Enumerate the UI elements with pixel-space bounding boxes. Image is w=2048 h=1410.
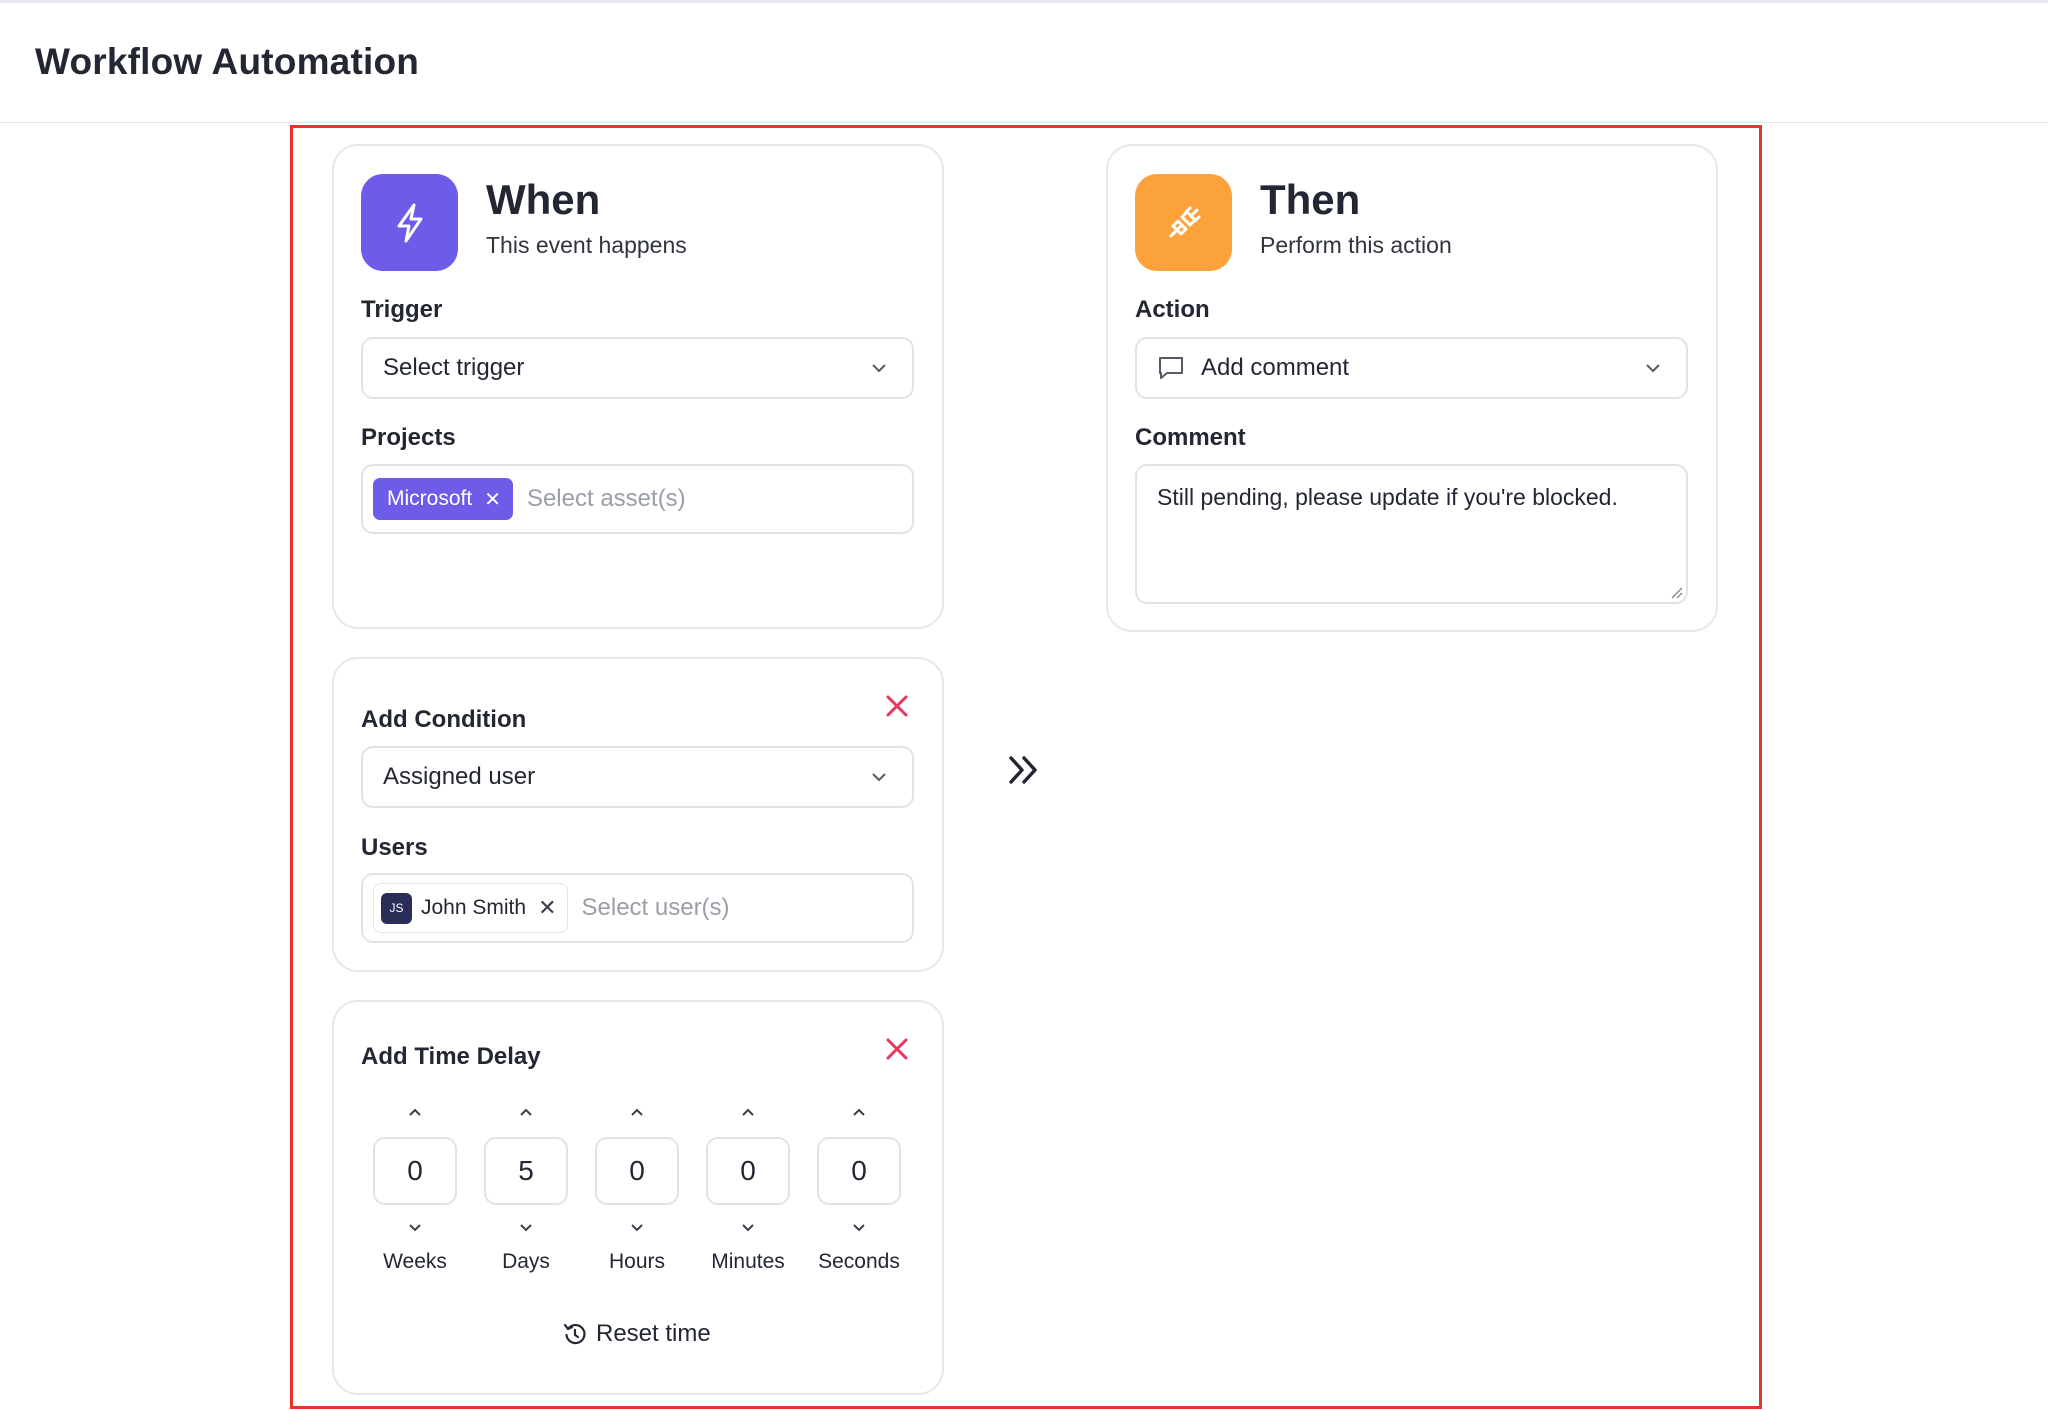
users-placeholder: Select user(s) bbox=[581, 894, 730, 921]
condition-title: Add Condition bbox=[361, 706, 527, 733]
comment-text: Still pending, please update if you're b… bbox=[1157, 484, 1618, 510]
user-tag-label: John Smith bbox=[421, 896, 527, 919]
project-tag: Microsoft ✕ bbox=[373, 478, 513, 520]
user-tag: JS John Smith ✕ bbox=[373, 883, 568, 933]
trigger-value: Select trigger bbox=[383, 354, 525, 381]
action-value: Add comment bbox=[1201, 354, 1350, 381]
chevron-up-icon[interactable] bbox=[817, 1101, 901, 1123]
comment-label: Comment bbox=[1135, 424, 1246, 451]
trigger-label: Trigger bbox=[361, 296, 443, 323]
chevron-down-icon[interactable] bbox=[817, 1217, 901, 1239]
remove-tag-icon[interactable]: ✕ bbox=[484, 487, 501, 512]
chevron-down-icon bbox=[1646, 364, 1660, 373]
weeks-label: Weeks bbox=[383, 1250, 447, 1273]
users-input[interactable]: JS John Smith ✕ Select user(s) bbox=[361, 873, 914, 943]
when-card: When This event happens Trigger Select t… bbox=[332, 144, 944, 629]
time-delay-card: Add Time Delay 0 5 0 0 0 Weeks Days Hour… bbox=[332, 1000, 944, 1395]
page-header: Workflow Automation bbox=[0, 3, 2048, 123]
when-title: When bbox=[486, 176, 601, 223]
days-label: Days bbox=[502, 1250, 550, 1273]
reset-timer-icon bbox=[563, 1323, 586, 1345]
condition-select[interactable]: Assigned user bbox=[361, 746, 914, 808]
then-card: Then Perform this action Action Add comm… bbox=[1106, 144, 1718, 632]
users-label: Users bbox=[361, 834, 428, 861]
minutes-label: Minutes bbox=[711, 1250, 785, 1273]
remove-tag-icon[interactable]: ✕ bbox=[538, 895, 556, 921]
seconds-input[interactable]: 0 bbox=[817, 1137, 901, 1205]
chevron-down-icon bbox=[872, 364, 886, 373]
seconds-spinner: 0 bbox=[817, 1101, 901, 1239]
trigger-select[interactable]: Select trigger bbox=[361, 337, 914, 399]
reset-time-button[interactable]: Reset time bbox=[562, 1320, 711, 1348]
chevron-down-icon[interactable] bbox=[706, 1217, 790, 1239]
weeks-spinner: 0 bbox=[373, 1101, 457, 1239]
chevron-up-icon[interactable] bbox=[373, 1101, 457, 1123]
projects-input[interactable]: Microsoft ✕ Select asset(s) bbox=[361, 464, 914, 534]
seconds-label: Seconds bbox=[818, 1250, 900, 1273]
chevron-down-icon[interactable] bbox=[373, 1217, 457, 1239]
then-title: Then bbox=[1260, 176, 1361, 223]
close-icon[interactable] bbox=[884, 693, 910, 719]
reset-time-label: Reset time bbox=[596, 1320, 711, 1347]
minutes-spinner: 0 bbox=[706, 1101, 790, 1239]
lightning-icon bbox=[361, 174, 458, 271]
close-icon[interactable] bbox=[884, 1036, 910, 1062]
condition-value: Assigned user bbox=[383, 763, 536, 790]
action-label: Action bbox=[1135, 296, 1210, 323]
chevron-down-icon[interactable] bbox=[595, 1217, 679, 1239]
chevron-up-icon[interactable] bbox=[484, 1101, 568, 1123]
avatar: JS bbox=[381, 892, 412, 924]
action-select[interactable]: Add comment bbox=[1135, 337, 1688, 399]
projects-placeholder: Select asset(s) bbox=[526, 485, 686, 512]
project-tag-label: Microsoft bbox=[387, 487, 473, 510]
double-chevron-right-icon bbox=[1009, 756, 1037, 784]
hours-label: Hours bbox=[608, 1250, 666, 1273]
chevron-up-icon[interactable] bbox=[706, 1101, 790, 1123]
weeks-input[interactable]: 0 bbox=[373, 1137, 457, 1205]
chevron-down-icon bbox=[872, 773, 886, 782]
days-spinner: 5 bbox=[484, 1101, 568, 1239]
comment-icon bbox=[1159, 357, 1183, 379]
chevron-down-icon[interactable] bbox=[484, 1217, 568, 1239]
resize-handle-icon[interactable] bbox=[1669, 585, 1683, 599]
chevron-up-icon[interactable] bbox=[595, 1101, 679, 1123]
hours-input[interactable]: 0 bbox=[595, 1137, 679, 1205]
then-subtitle: Perform this action bbox=[1260, 232, 1452, 258]
projects-label: Projects bbox=[361, 424, 456, 451]
hours-spinner: 0 bbox=[595, 1101, 679, 1239]
minutes-input[interactable]: 0 bbox=[706, 1137, 790, 1205]
plug-icon bbox=[1135, 174, 1232, 271]
delay-title: Add Time Delay bbox=[361, 1043, 541, 1070]
condition-card: Add Condition Assigned user Users JS Joh… bbox=[332, 657, 944, 972]
when-subtitle: This event happens bbox=[486, 232, 687, 258]
page-title: Workflow Automation bbox=[35, 41, 420, 82]
comment-textarea[interactable]: Still pending, please update if you're b… bbox=[1135, 464, 1688, 604]
days-input[interactable]: 5 bbox=[484, 1137, 568, 1205]
